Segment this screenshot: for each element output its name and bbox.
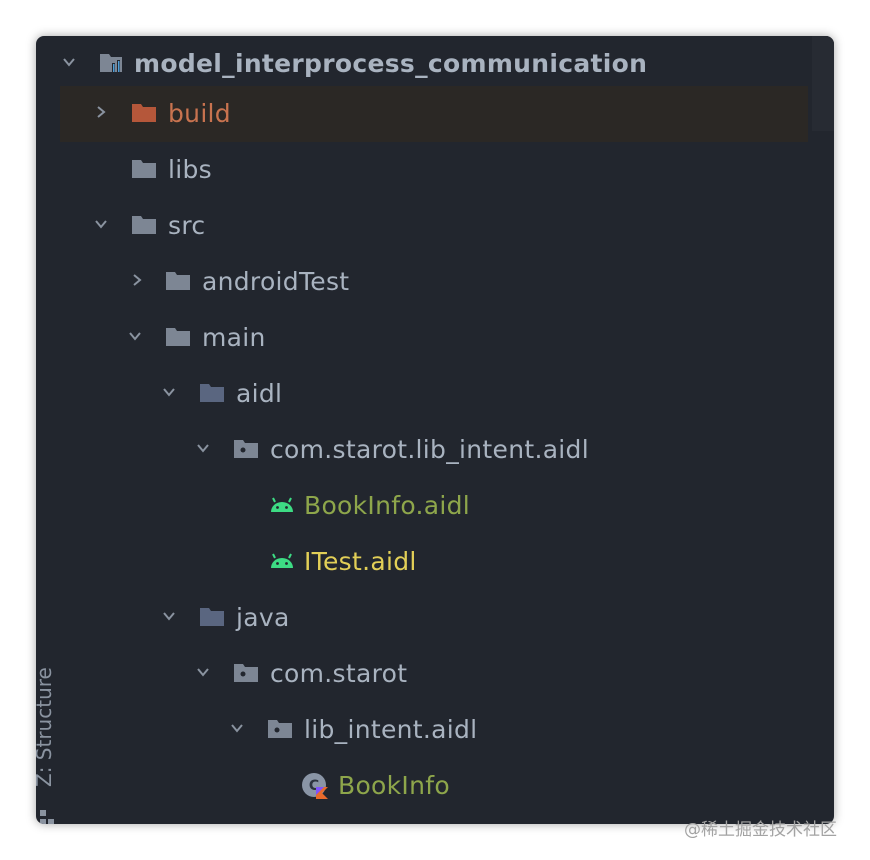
tree-row-bookinfo-aidl[interactable]: BookInfo.aidl <box>36 478 808 534</box>
android-icon <box>268 493 296 517</box>
tree-label: main <box>202 323 266 352</box>
tree-label: lib_intent.aidl <box>304 715 478 744</box>
tree-label: build <box>168 99 231 128</box>
tree-label: model_interprocess_communication <box>134 49 648 78</box>
tree-row-src[interactable]: src <box>36 198 808 254</box>
folder-icon <box>164 325 192 349</box>
tree-label: libs <box>168 155 212 184</box>
source-folder-icon <box>198 605 226 629</box>
tree-label: aidl <box>236 379 283 408</box>
folder-icon <box>164 269 192 293</box>
tree-label: com.starot.lib_intent.aidl <box>270 435 589 464</box>
tree-row-bookinfo-class[interactable]: C BookInfo <box>36 758 808 814</box>
folder-icon <box>130 213 158 237</box>
tree-row-androidtest[interactable]: androidTest <box>36 254 808 310</box>
chevron-down-icon[interactable] <box>230 721 244 735</box>
folder-icon <box>130 101 158 125</box>
tree-label: java <box>236 603 290 632</box>
chevron-down-icon[interactable] <box>162 385 176 399</box>
module-folder-icon <box>98 51 126 75</box>
tree-row-module[interactable]: model_interprocess_communication <box>36 36 808 92</box>
project-tree-panel: model_interprocess_communication build l… <box>36 36 834 824</box>
tree-label: BookInfo <box>338 771 450 800</box>
chevron-right-icon[interactable] <box>94 105 108 119</box>
structure-icon <box>38 808 56 824</box>
tree-label: androidTest <box>202 267 350 296</box>
package-icon <box>232 661 260 685</box>
kotlin-class-icon: C <box>300 771 328 801</box>
tree-row-package-lib-intent[interactable]: lib_intent.aidl <box>36 702 808 758</box>
chevron-down-icon[interactable] <box>94 217 108 231</box>
chevron-down-icon[interactable] <box>62 55 76 69</box>
tree-label: com.starot <box>270 659 408 688</box>
structure-tool-tab[interactable]: Z: Structure <box>36 626 58 824</box>
tree-row-package-aidl[interactable]: com.starot.lib_intent.aidl <box>36 422 808 478</box>
source-folder-icon <box>198 381 226 405</box>
chevron-down-icon[interactable] <box>196 665 210 679</box>
tree-row-libs[interactable]: libs <box>36 142 808 198</box>
chevron-down-icon[interactable] <box>128 329 142 343</box>
chevron-right-icon[interactable] <box>130 273 144 287</box>
folder-icon <box>130 157 158 181</box>
watermark: @稀土掘金技术社区 <box>684 820 837 840</box>
package-icon <box>232 437 260 461</box>
chevron-down-icon[interactable] <box>162 609 176 623</box>
tree-row-package-starot[interactable]: com.starot <box>36 646 808 702</box>
chevron-down-icon[interactable] <box>196 441 210 455</box>
scrollbar[interactable] <box>812 36 834 131</box>
tree-row-java[interactable]: java <box>36 590 808 646</box>
tree-label: ITest.aidl <box>304 547 417 576</box>
tree-label: src <box>168 211 206 240</box>
tree-row-itest-aidl[interactable]: ITest.aidl <box>36 534 808 590</box>
structure-tab-label: Z: Structure <box>36 667 56 787</box>
package-icon <box>266 717 294 741</box>
tree-row-main[interactable]: main <box>36 310 808 366</box>
android-icon <box>268 549 296 573</box>
tree-label: BookInfo.aidl <box>304 491 471 520</box>
tree-row-build[interactable]: build <box>60 86 808 142</box>
tree-row-aidl[interactable]: aidl <box>36 366 808 422</box>
